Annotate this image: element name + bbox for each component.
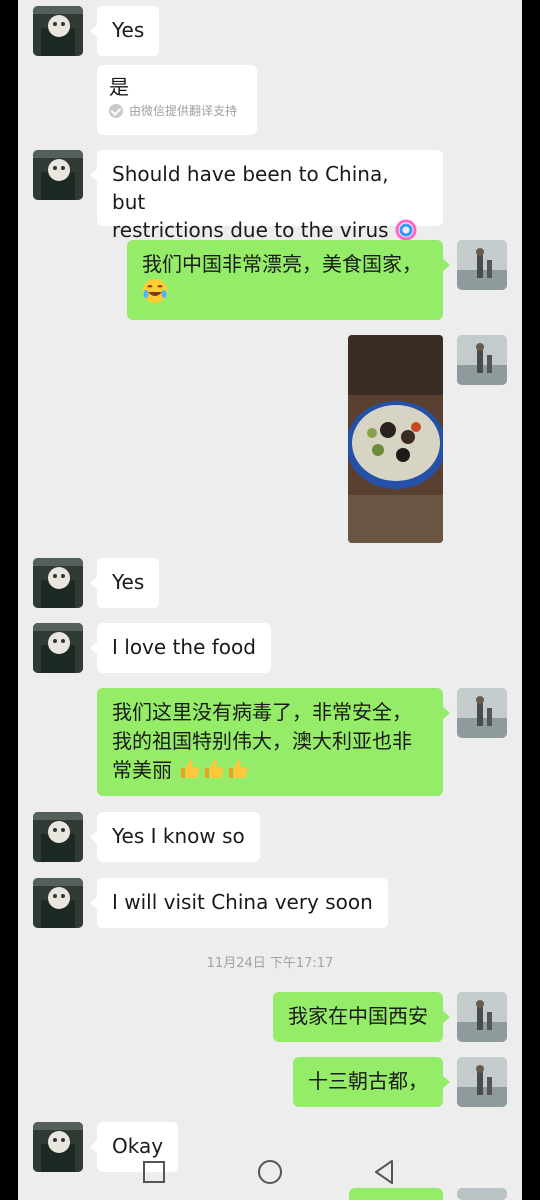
- translation-text: 是: [109, 75, 129, 99]
- contact-avatar[interactable]: [33, 812, 83, 862]
- contact-avatar[interactable]: [33, 623, 83, 673]
- message-bubble[interactable]: Should have been to China, but restricti…: [90, 150, 443, 242]
- message-text-line: Should have been to China, but: [112, 162, 389, 214]
- laugh-emoji-icon: [142, 279, 168, 309]
- translation-bubble[interactable]: 是 由微信提供翻译支持: [97, 65, 257, 135]
- thumbs-up-icon: [202, 758, 226, 782]
- my-avatar[interactable]: [457, 335, 507, 385]
- food-photo[interactable]: [348, 335, 443, 543]
- message-text-line: 我的祖国特别伟大，澳大利亚也非: [112, 729, 412, 753]
- message-bubble[interactable]: Yes: [89, 6, 160, 56]
- message-bubble[interactable]: I will visit China very soon: [90, 878, 388, 928]
- my-avatar[interactable]: [457, 240, 507, 290]
- message-text-line: 我们这里没有病毒了，非常安全，: [112, 700, 412, 724]
- check-icon: [109, 104, 123, 118]
- message-text: Yes: [112, 570, 145, 594]
- message-text: 我们中国非常漂亮，美食国家，: [142, 252, 422, 276]
- recents-square-icon[interactable]: [137, 1155, 171, 1189]
- my-avatar[interactable]: [457, 1057, 507, 1107]
- translation-note: 由微信提供翻译支持: [109, 103, 245, 119]
- thumbs-up-icon: [226, 758, 250, 782]
- translation-note-text: 由微信提供翻译支持: [129, 104, 238, 118]
- contact-avatar[interactable]: [33, 6, 83, 56]
- chat-screen: Yes 是 由微信提供翻译支持 Should have been to Chin…: [18, 0, 522, 1200]
- contact-avatar[interactable]: [33, 150, 83, 200]
- my-avatar[interactable]: [457, 992, 507, 1042]
- chat-timestamp: 11月24日 下午17:17: [206, 956, 334, 971]
- message-bubble[interactable]: Yes: [89, 558, 160, 608]
- my-message-bubble[interactable]: 我们中国非常漂亮，美食国家，: [127, 240, 450, 320]
- message-text: 十三朝古都，: [308, 1069, 428, 1093]
- contact-avatar[interactable]: [33, 878, 83, 928]
- home-circle-icon[interactable]: [253, 1155, 287, 1189]
- message-text: 我家在中国西安: [288, 1004, 428, 1028]
- thumbs-up-icon: [178, 758, 202, 782]
- message-text: Yes: [112, 18, 145, 42]
- my-message-bubble[interactable]: 十三朝古都，: [293, 1057, 450, 1107]
- message-text: I love the food: [112, 635, 256, 659]
- navigation-bar: [0, 1145, 540, 1200]
- message-bubble[interactable]: Yes I know so: [90, 812, 260, 862]
- back-triangle-icon[interactable]: [367, 1155, 401, 1189]
- my-avatar[interactable]: [457, 688, 507, 738]
- my-message-bubble[interactable]: 我们这里没有病毒了，非常安全， 我的祖国特别伟大，澳大利亚也非 常美丽: [97, 688, 450, 796]
- message-text-line: restrictions due to the virus: [112, 218, 389, 242]
- rainbow-icon: [395, 219, 417, 242]
- message-text: I will visit China very soon: [112, 890, 373, 914]
- message-bubble[interactable]: I love the food: [90, 623, 271, 673]
- message-text: Yes I know so: [112, 824, 245, 848]
- message-text-line: 常美丽: [112, 758, 172, 782]
- my-message-bubble[interactable]: 我家在中国西安: [273, 992, 450, 1042]
- contact-avatar[interactable]: [33, 558, 83, 608]
